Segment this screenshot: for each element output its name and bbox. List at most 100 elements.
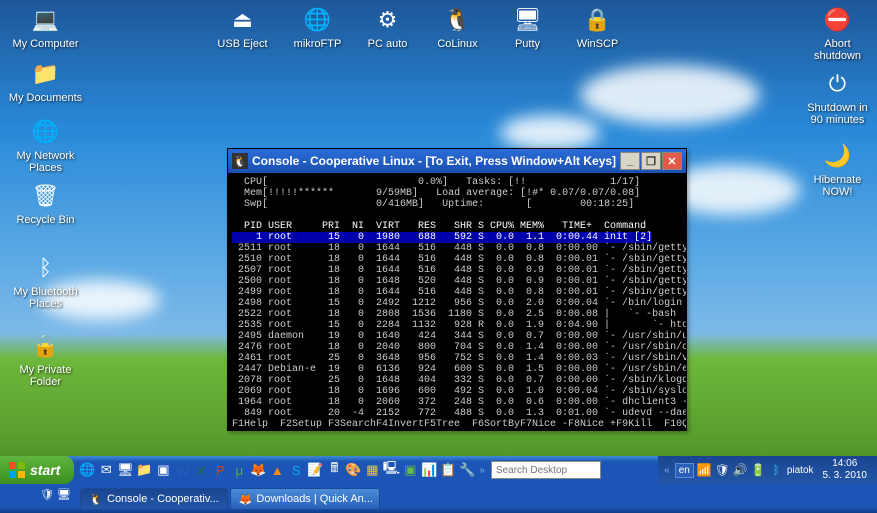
ql-app3-icon[interactable]: 📋: [439, 461, 457, 479]
tray-volume-icon[interactable]: 🔊: [733, 463, 748, 478]
desktop-icon-abort-shutdown[interactable]: ⛔Abort shutdown: [800, 4, 875, 62]
console-window[interactable]: 🐧 Console - Cooperative Linux - [To Exit…: [227, 148, 687, 431]
task-icon: 🦊: [239, 492, 253, 506]
icon-glyph: 🌐: [302, 4, 334, 36]
icon-label: mikroFTP: [280, 38, 355, 50]
icon-label: My Bluetooth Places: [8, 286, 83, 310]
tray-power-icon[interactable]: 🔋: [751, 463, 766, 478]
desktop-icon-winscp[interactable]: 🔒 WinSCP: [560, 4, 635, 50]
icon-glyph: 💻: [30, 4, 62, 36]
uptime-meter: Uptime: [ 00:18:25]: [442, 199, 634, 210]
desktop-icon-shutdown-in-90-minutes[interactable]: ⏻Shutdown in 90 minutes: [800, 68, 875, 126]
icon-glyph: 🌐: [30, 116, 62, 148]
desktop-icon-hibernate-now-[interactable]: 🌙Hibernate NOW!: [800, 140, 875, 198]
tray-overflow-icon[interactable]: «: [662, 465, 672, 476]
icon-label: Hibernate NOW!: [800, 174, 875, 198]
icon-glyph: 🔒: [30, 330, 62, 362]
icon-label: Shutdown in 90 minutes: [800, 102, 875, 126]
task-icon: 🐧: [89, 492, 103, 506]
task-button[interactable]: 🐧 Console - Cooperativ...: [80, 488, 228, 510]
icon-glyph: 📁: [30, 58, 62, 90]
icon-label: My Network Places: [8, 150, 83, 174]
desktop-icon-my-documents[interactable]: 📁 My Documents: [8, 58, 83, 104]
ql-tc-icon[interactable]: ▦: [363, 461, 381, 479]
ql-notepad-icon[interactable]: 📝: [306, 461, 324, 479]
desktop-icon-my-bluetooth-places[interactable]: ᛒMy Bluetooth Places: [8, 252, 83, 310]
icon-label: WinSCP: [560, 38, 635, 50]
ql-explorer-icon[interactable]: 📁: [135, 461, 153, 479]
close-button[interactable]: ✕: [662, 152, 682, 170]
ql-calc-icon[interactable]: 🖩: [325, 461, 343, 479]
desktop-icon-recycle-bin[interactable]: 🗑 Recycle Bin: [8, 180, 83, 226]
icon-glyph: ⛔: [822, 4, 854, 36]
console-body[interactable]: CPU[ 0.0%] Tasks: [!! 1/17] Mem[!!!!!***…: [228, 173, 686, 430]
search-desktop-input[interactable]: [491, 461, 601, 479]
icon-glyph: ⚙: [372, 4, 404, 36]
process-row-selected[interactable]: 1 root 15 0 1980 688 592 S 0.0 1.1 0:00.…: [232, 232, 652, 243]
mem-meter: [!!!!!****** 9/59MB]: [262, 188, 418, 199]
minimize-button[interactable]: _: [620, 152, 640, 170]
desktop-icon-my-private-folder[interactable]: 🔒My Private Folder: [8, 330, 83, 388]
ql-vlc-icon[interactable]: ▲: [268, 461, 286, 479]
tray-bluetooth-icon[interactable]: ᛒ: [769, 463, 784, 478]
titlebar[interactable]: 🐧 Console - Cooperative Linux - [To Exit…: [228, 149, 686, 173]
desktop-icon-my-computer[interactable]: 💻My Computer: [8, 4, 83, 50]
icon-glyph: ⏏: [227, 4, 259, 36]
start-button[interactable]: start: [0, 456, 74, 484]
ql-firefox-icon[interactable]: 🦊: [249, 461, 267, 479]
icon-glyph: 🗑: [30, 180, 62, 212]
icon-label: CoLinux: [420, 38, 495, 50]
ql-putty-icon[interactable]: 🖳: [382, 461, 400, 479]
tray2-shield-icon[interactable]: 🛡: [40, 488, 54, 501]
window-title: Console - Cooperative Linux - [To Exit, …: [252, 154, 620, 168]
tray-network-icon[interactable]: 📶: [697, 463, 712, 478]
tray-shield-icon[interactable]: 🛡: [715, 463, 730, 478]
task-button[interactable]: 🦊Downloads | Quick An...: [230, 488, 380, 510]
quick-launch: 🌐 ✉ 🖥 📁 ▣ W X P μ 🦊 ▲ S 📝 🖩 🎨 ▦ 🖳 ▣ 📊 📋 …: [74, 456, 491, 484]
ql-paint-icon[interactable]: 🎨: [344, 461, 362, 479]
ql-word-icon[interactable]: W: [173, 461, 191, 479]
ql-app1-icon[interactable]: ▣: [401, 461, 419, 479]
task-buttons: 🛡 🖥 🐧Console - Cooperativ...🦊Downloads |…: [80, 485, 380, 513]
swp-meter: [ 0/416MB]: [262, 199, 424, 210]
app-icon: 🐧: [232, 153, 248, 169]
tray-day: piatok: [787, 465, 814, 476]
ql-app4-icon[interactable]: 🔧: [458, 461, 476, 479]
icon-glyph: ᛒ: [30, 252, 62, 284]
ql-app2-icon[interactable]: 📊: [420, 461, 438, 479]
ql-cmd-icon[interactable]: ▣: [154, 461, 172, 479]
desktop-icon-mikroftp[interactable]: 🌐 mikroFTP: [280, 4, 355, 50]
fn-bar: F1Help F2Setup F3SearchF4InvertF5Tree F6…: [232, 419, 686, 430]
desktop-icon-colinux[interactable]: 🐧CoLinux: [420, 4, 495, 50]
taskbar: start 🌐 ✉ 🖥 📁 ▣ W X P μ 🦊 ▲ S 📝 🖩 🎨 ▦ 🖳 …: [0, 456, 877, 513]
desktop-icon-usb-eject[interactable]: ⏏ USB Eject: [205, 4, 280, 50]
icon-label: My Private Folder: [8, 364, 83, 388]
icon-label: PC auto: [350, 38, 425, 50]
ql-desktop-icon[interactable]: 🖥: [116, 461, 134, 479]
desktop-icon-my-network-places[interactable]: 🌐My Network Places: [8, 116, 83, 174]
ql-excel-icon[interactable]: X: [192, 461, 210, 479]
ql-mail-icon[interactable]: ✉: [97, 461, 115, 479]
task-label: Downloads | Quick An...: [256, 493, 373, 505]
start-label: start: [30, 462, 60, 478]
icon-glyph: 🔒: [582, 4, 614, 36]
tray2-display-icon[interactable]: 🖥: [57, 488, 71, 501]
language-indicator[interactable]: en: [675, 463, 694, 478]
desktop-icon-pc-auto[interactable]: ⚙ PC auto: [350, 4, 425, 50]
ql-ie-icon[interactable]: 🌐: [78, 461, 96, 479]
tray-clock[interactable]: 14:06 5. 3. 2010: [817, 458, 873, 482]
icon-label: USB Eject: [205, 38, 280, 50]
ql-ppt-icon[interactable]: P: [211, 461, 229, 479]
process-list[interactable]: 2511 root 18 0 1644 516 448 S 0.0 0.8 0:…: [232, 243, 686, 419]
desktop-icon-putty[interactable]: 🖥Putty: [490, 4, 565, 50]
icon-label: Abort shutdown: [800, 38, 875, 62]
icon-label: My Documents: [8, 92, 83, 104]
task-label: Console - Cooperativ...: [107, 493, 219, 505]
tray-time: 14:06: [823, 458, 867, 470]
ql-utorrent-icon[interactable]: μ: [230, 461, 248, 479]
ql-overflow-icon[interactable]: »: [477, 465, 487, 476]
maximize-button[interactable]: ❐: [641, 152, 661, 170]
ql-skype-icon[interactable]: S: [287, 461, 305, 479]
tray-date: 5. 3. 2010: [823, 470, 867, 482]
icon-label: Recycle Bin: [8, 214, 83, 226]
